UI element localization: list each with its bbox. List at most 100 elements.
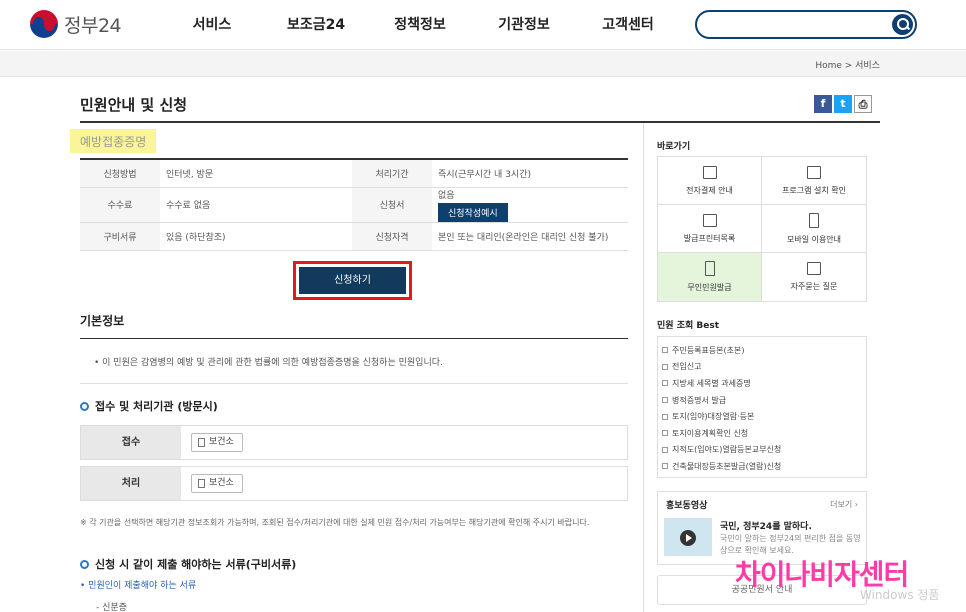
menu-item-services[interactable]: 서비스 — [160, 14, 264, 34]
document-icon — [198, 438, 205, 447]
documents-title-text: 신청 시 같이 제출 해야하는 서류(구비서류) — [95, 558, 297, 571]
apply-highlight: 신청하기 — [293, 261, 412, 300]
cell-label: 신청서 — [352, 187, 432, 223]
cell-label: 신청자격 — [352, 222, 432, 251]
quick-link-label: 모바일 이용안내 — [786, 234, 842, 244]
document-icon — [662, 380, 668, 387]
site-logo[interactable]: 정부24 — [30, 10, 122, 38]
org-chip-health-center[interactable]: 보건소 — [191, 433, 243, 452]
title-divider — [80, 121, 880, 123]
play-icon[interactable] — [680, 530, 696, 546]
quick-links-grid: 전자결제 안내 프로그램 설치 확인 발급프린터목록 모바일 이용안내 무인민원… — [657, 156, 867, 302]
search-input[interactable] — [695, 10, 917, 39]
cell-value: 수수료 없음 — [160, 187, 352, 223]
cell-value: 즉시(근무시간 내 3시간) — [432, 159, 628, 188]
form-none-text: 없음 — [438, 190, 455, 201]
menu-item-support[interactable]: 고객센터 — [576, 14, 680, 34]
document-icon — [662, 413, 668, 420]
best-item-label: 주민등록표등본(초본) — [672, 345, 745, 355]
reception-label: 접수 — [81, 426, 181, 459]
facebook-icon[interactable]: f — [814, 95, 832, 113]
best-item-label: 전입신고 — [672, 362, 702, 372]
cell-value: 없음 신청작성예시 — [432, 187, 628, 223]
list-item[interactable]: 전입신고 — [662, 359, 862, 376]
printer-icon — [702, 213, 717, 227]
cell-label: 구비서류 — [80, 222, 160, 251]
org-chip-label: 보건소 — [209, 478, 234, 488]
twitter-icon[interactable]: t — [834, 95, 852, 113]
promo-more-link[interactable]: 더보기 › — [830, 499, 858, 510]
cell-value: 본인 또는 대리인(온라인은 대리인 신청 불가) — [432, 222, 628, 251]
apply-button[interactable]: 신청하기 — [299, 267, 406, 294]
search-icon[interactable] — [892, 14, 913, 35]
quick-link-label: 무인민원발급 — [687, 283, 732, 292]
best-item-label: 병적증명서 발급 — [672, 395, 727, 405]
breadcrumb-bar: Home > 서비스 — [0, 51, 966, 77]
list-item[interactable]: 토지이용계획확인 신청 — [662, 425, 862, 442]
quick-link-label: 전자결제 안내 — [686, 185, 733, 195]
table-row: 신청방법 인터넷, 방문 처리기간 즉시(근무시간 내 3시간) — [80, 159, 628, 188]
document-icon — [198, 479, 205, 488]
breadcrumb[interactable]: Home > 서비스 — [815, 58, 880, 71]
quick-link-faq[interactable]: 자주묻는 질문 — [762, 253, 866, 301]
page-title: 민원안내 및 신청 — [80, 96, 188, 114]
list-item[interactable]: 병적증명서 발급 — [662, 392, 862, 409]
logo-text: 정부24 — [64, 14, 122, 37]
quick-links-title: 바로가기 — [657, 142, 691, 152]
form-example-button[interactable]: 신청작성예시 — [438, 202, 508, 222]
cell-label: 수수료 — [80, 187, 160, 223]
promo-headline[interactable]: 국민, 정부24를 말하다. — [720, 519, 812, 532]
document-icon — [662, 430, 668, 437]
list-item[interactable]: 지방세 세목별 과세증명 — [662, 375, 862, 392]
quick-link-printer[interactable]: 발급프린터목록 — [658, 205, 762, 253]
video-thumbnail[interactable] — [664, 518, 712, 556]
required-docs-link[interactable]: • 민원인이 제출해야 하는 서류 — [80, 578, 196, 591]
best-item-label: 토지이용계획확인 신청 — [672, 428, 749, 438]
best-item-label: 건축물대장등초본발급(열람)신청 — [672, 461, 782, 471]
processing-row: 처리 보건소 — [80, 466, 628, 501]
quick-link-label: 발급프린터목록 — [683, 233, 736, 243]
taegeuk-logo-icon — [30, 10, 58, 38]
reception-note: ※ 각 기관을 선택하면 해당기관 정보조회가 가능하며, 조회된 접수/처리기… — [80, 518, 590, 527]
menu-item-agency[interactable]: 기관정보 — [472, 14, 576, 34]
quick-link-label: 자주묻는 질문 — [790, 282, 838, 291]
share-buttons: f t ⎙ — [814, 95, 872, 113]
list-item[interactable]: 건축물대장등초본발급(열람)신청 — [662, 458, 862, 475]
kiosk-icon — [704, 261, 715, 276]
document-icon — [662, 397, 668, 404]
menu-item-policy[interactable]: 정책정보 — [368, 14, 472, 34]
list-item[interactable]: 주민등록표등본(초본) — [662, 342, 862, 359]
table-row: 구비서류 있음 (하단참조) 신청자격 본인 또는 대리인(온라인은 대리인 신… — [80, 222, 628, 251]
quick-link-payment[interactable]: 전자결제 안내 — [658, 157, 762, 205]
org-chip-health-center[interactable]: 보건소 — [191, 474, 243, 493]
service-info-table: 신청방법 인터넷, 방문 처리기간 즉시(근무시간 내 3시간) 수수료 수수료… — [80, 158, 628, 251]
promo-title: 홍보동영상 — [666, 501, 708, 511]
list-item[interactable]: 토지(임야)대장열람·등본 — [662, 408, 862, 425]
best-item-label: 토지(임야)대장열람·등본 — [672, 412, 755, 422]
main-menu: 서비스 보조금24 정책정보 기관정보 고객센터 — [160, 14, 680, 34]
quick-link-mobile[interactable]: 모바일 이용안내 — [762, 205, 866, 253]
document-icon — [662, 363, 668, 370]
document-icon — [662, 463, 668, 470]
table-row: 수수료 수수료 없음 신청서 없음 신청작성예시 — [80, 187, 628, 223]
quick-link-program[interactable]: 프로그램 설치 확인 — [762, 157, 866, 205]
cell-value: 인터넷, 방문 — [160, 159, 352, 188]
print-icon[interactable]: ⎙ — [854, 95, 872, 113]
reception-title: 접수 및 처리기관 (방문시) — [80, 398, 218, 414]
menu-item-subsidy[interactable]: 보조금24 — [264, 14, 368, 34]
best-list: 주민등록표등본(초본) 전입신고 지방세 세목별 과세증명 병적증명서 발급 토… — [657, 336, 867, 478]
quick-link-label: 프로그램 설치 확인 — [782, 185, 846, 195]
circle-bullet-icon — [80, 559, 89, 569]
service-name: 예방접종증명 — [70, 129, 157, 153]
cell-label: 신청방법 — [80, 159, 160, 188]
quick-link-kiosk[interactable]: 무인민원발급 — [658, 253, 762, 301]
reception-row: 접수 보건소 — [80, 425, 628, 460]
basic-info-text: • 이 민원은 감염병의 예방 및 관리에 관한 법률에 의한 예방접종증명을 … — [94, 358, 443, 368]
circle-bullet-icon — [80, 401, 89, 411]
top-navigation: 정부24 서비스 보조금24 정책정보 기관정보 고객센터 — [0, 0, 966, 50]
list-item[interactable]: 지적도(임야도)열람등본교부신청 — [662, 442, 862, 459]
best-item-label: 지방세 세목별 과세증명 — [672, 378, 751, 388]
section-divider — [80, 338, 628, 339]
download-icon — [702, 165, 717, 179]
section-divider — [80, 383, 628, 384]
